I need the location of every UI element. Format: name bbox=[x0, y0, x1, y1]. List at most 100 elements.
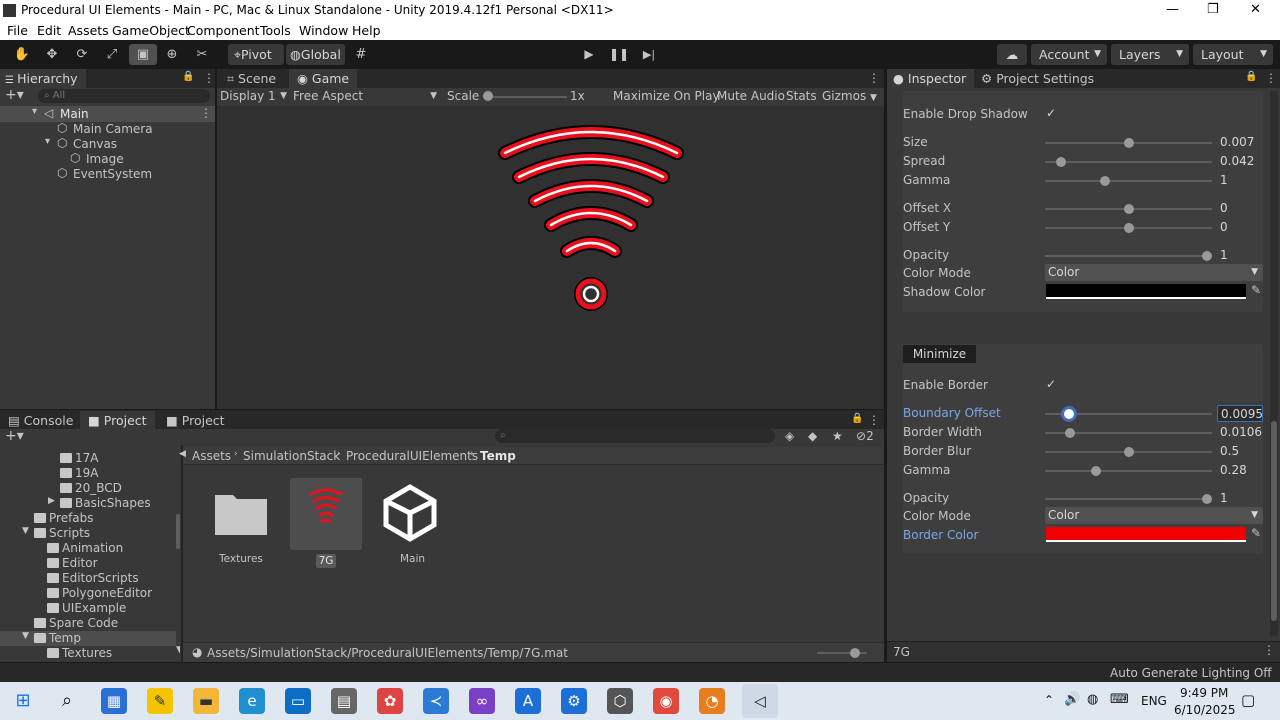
panel-divider[interactable] bbox=[181, 445, 183, 662]
remote-desktop-icon[interactable]: ▭ bbox=[285, 688, 311, 714]
border-color-mode-dropdown[interactable]: Color ▼ bbox=[1045, 507, 1263, 524]
tree-item[interactable]: EditorScripts bbox=[0, 571, 176, 586]
minimize-field-value[interactable]: 1 bbox=[1217, 490, 1263, 507]
eyedropper-icon[interactable]: ✎ bbox=[1251, 283, 1261, 297]
tree-item[interactable]: UIExample bbox=[0, 601, 176, 616]
edge-browser-icon[interactable]: e bbox=[239, 688, 265, 714]
tree-item[interactable]: Prefabs bbox=[0, 511, 176, 526]
favorite-star-icon[interactable]: ★ bbox=[832, 429, 843, 443]
add-asset-button[interactable]: +▾ bbox=[5, 428, 24, 444]
rect-tool-icon[interactable]: ▣ bbox=[129, 44, 157, 65]
more-options-icon[interactable]: ⋮ bbox=[868, 413, 880, 427]
filter-type-icon[interactable]: ◈ bbox=[785, 429, 794, 443]
unity-hub-icon[interactable]: ⬡ bbox=[607, 688, 633, 714]
scale-tool-icon[interactable]: ⤢ bbox=[98, 44, 126, 65]
tab-project[interactable]: ■ Project bbox=[80, 411, 155, 430]
shadow-slider-knob[interactable] bbox=[1123, 204, 1134, 214]
menu-tools[interactable]: Tools bbox=[260, 23, 291, 38]
add-button[interactable]: +▾ bbox=[5, 87, 24, 103]
asset-textures[interactable]: Textures bbox=[205, 479, 277, 569]
unity-editor-icon[interactable]: ◁ bbox=[742, 684, 778, 718]
close-window-icon[interactable]: ✕ bbox=[1250, 2, 1261, 17]
list-item[interactable]: ⬡ Main Camera bbox=[0, 121, 215, 137]
enable-border-checkbox[interactable]: ✓ bbox=[1044, 377, 1058, 391]
minimize-window-icon[interactable]: — bbox=[1166, 2, 1179, 17]
shadow-field-value[interactable]: 0 bbox=[1217, 219, 1263, 236]
minimize-field-value[interactable]: 0.0095 bbox=[1217, 405, 1263, 422]
search-icon[interactable]: ⌕ bbox=[54, 688, 80, 714]
global-button[interactable]: ◍Global bbox=[286, 44, 345, 65]
fold-open-icon[interactable]: ▼ bbox=[22, 631, 29, 641]
minimize-slider-knob[interactable] bbox=[1090, 466, 1101, 476]
clock-time[interactable]: 9:49 PM bbox=[1180, 686, 1228, 700]
tree-item[interactable]: 19A bbox=[0, 466, 176, 481]
tree-item[interactable]: PolygoneEditor bbox=[0, 586, 176, 601]
sticky-notes-icon[interactable]: ✎ bbox=[147, 688, 173, 714]
calculator-icon[interactable]: ▤ bbox=[331, 688, 357, 714]
shadow-slider-knob[interactable] bbox=[1123, 223, 1134, 233]
lighting-status[interactable]: Auto Generate Lighting Off bbox=[1110, 666, 1272, 680]
enable-drop-shadow-checkbox[interactable]: ✓ bbox=[1044, 106, 1058, 120]
rotate-tool-icon[interactable]: ⟳ bbox=[68, 44, 96, 65]
tree-item[interactable]: Editor bbox=[0, 556, 176, 571]
fold-icon[interactable]: ▾ bbox=[45, 136, 50, 147]
play-button[interactable]: ▶ bbox=[575, 44, 603, 65]
lock-icon[interactable]: 🔒 bbox=[1245, 71, 1257, 82]
tab-project-2[interactable]: ■ Project bbox=[158, 411, 233, 430]
minimize-field-value[interactable]: 0.28 bbox=[1217, 462, 1263, 479]
breadcrumb-proceduraluielements[interactable]: ProceduralUIElements bbox=[346, 449, 478, 463]
menu-file[interactable]: File bbox=[7, 23, 28, 38]
tree-item[interactable]: Spare Code bbox=[0, 616, 176, 631]
shadow-field-value[interactable]: 0.042 bbox=[1217, 153, 1263, 170]
menu-edit[interactable]: Edit bbox=[37, 23, 61, 38]
scrollbar-thumb[interactable] bbox=[1271, 421, 1277, 621]
grid-snap-icon[interactable]: # bbox=[347, 44, 375, 65]
app-icon[interactable]: A bbox=[515, 688, 541, 714]
language-indicator[interactable]: ENG bbox=[1141, 694, 1167, 708]
hand-tool-icon[interactable]: ✋ bbox=[8, 44, 36, 65]
lock-icon[interactable]: 🔒 bbox=[182, 71, 194, 82]
tree-item[interactable]: Textures bbox=[0, 646, 176, 661]
shadow-field-value[interactable]: 0 bbox=[1217, 200, 1263, 217]
shadow-field-value[interactable]: 1 bbox=[1217, 172, 1263, 189]
keyboard-icon[interactable]: ⌨ bbox=[1110, 692, 1129, 707]
tab-hierarchy[interactable]: ☰ Hierarchy bbox=[0, 69, 86, 88]
tree-scrollbar-thumb[interactable] bbox=[176, 514, 180, 549]
notifications-icon[interactable]: ▢ bbox=[1241, 691, 1255, 709]
vscode-icon[interactable]: ≺ bbox=[423, 688, 449, 714]
shadow-field-value[interactable]: 1 bbox=[1217, 247, 1263, 264]
pause-button[interactable]: ❚❚ bbox=[605, 44, 633, 65]
display-dropdown[interactable]: Display 1 ▼ bbox=[217, 88, 289, 106]
scroll-down-icon[interactable]: ▼ bbox=[176, 645, 180, 655]
restore-window-icon[interactable]: ❐ bbox=[1207, 2, 1219, 17]
breadcrumb-temp[interactable]: Temp bbox=[480, 449, 516, 463]
account-dropdown[interactable]: Account ▼ bbox=[1031, 44, 1107, 65]
chrome-icon[interactable]: ◉ bbox=[653, 688, 679, 714]
more-options-icon[interactable]: ⋮ bbox=[1265, 71, 1277, 85]
fold-closed-icon[interactable]: ▶ bbox=[48, 496, 55, 506]
stats-toggle[interactable]: Stats bbox=[786, 89, 817, 103]
minimize-slider-knob[interactable] bbox=[1123, 447, 1134, 457]
list-item[interactable]: ⬡ EventSystem bbox=[0, 166, 215, 182]
more-options-icon[interactable]: ⋮ bbox=[203, 71, 215, 85]
shadow-color-swatch[interactable] bbox=[1046, 284, 1246, 299]
clock-date[interactable]: 6/10/2025 bbox=[1174, 703, 1236, 717]
eyedropper-icon[interactable]: ✎ bbox=[1251, 526, 1261, 540]
collab-cloud-button[interactable]: ☁ bbox=[997, 44, 1027, 65]
aspect-dropdown[interactable]: Free Aspect ▼ bbox=[293, 88, 439, 106]
step-button[interactable]: ▶| bbox=[635, 44, 663, 65]
icon-size-slider-knob[interactable] bbox=[850, 648, 860, 658]
paint-icon[interactable]: ✿ bbox=[377, 688, 403, 714]
breadcrumb-assets[interactable]: Assets bbox=[192, 449, 231, 463]
lock-icon[interactable]: 🔒 bbox=[851, 413, 863, 424]
asset-7g[interactable]: 7G bbox=[290, 478, 362, 568]
hierarchy-search-input[interactable]: ⌕ All bbox=[38, 89, 210, 103]
minimize-slider-knob[interactable] bbox=[1202, 494, 1212, 504]
minimize-slider-knob[interactable] bbox=[1063, 409, 1074, 419]
layout-dropdown[interactable]: Layout ▼ bbox=[1193, 44, 1273, 65]
tree-item[interactable]: ▼ Scripts bbox=[0, 526, 176, 541]
menu-assets[interactable]: Assets bbox=[68, 23, 109, 38]
color-mode-dropdown[interactable]: Color ▼ bbox=[1045, 264, 1263, 281]
scale-slider-track[interactable] bbox=[487, 96, 567, 98]
shadow-slider-track[interactable] bbox=[1045, 180, 1212, 182]
